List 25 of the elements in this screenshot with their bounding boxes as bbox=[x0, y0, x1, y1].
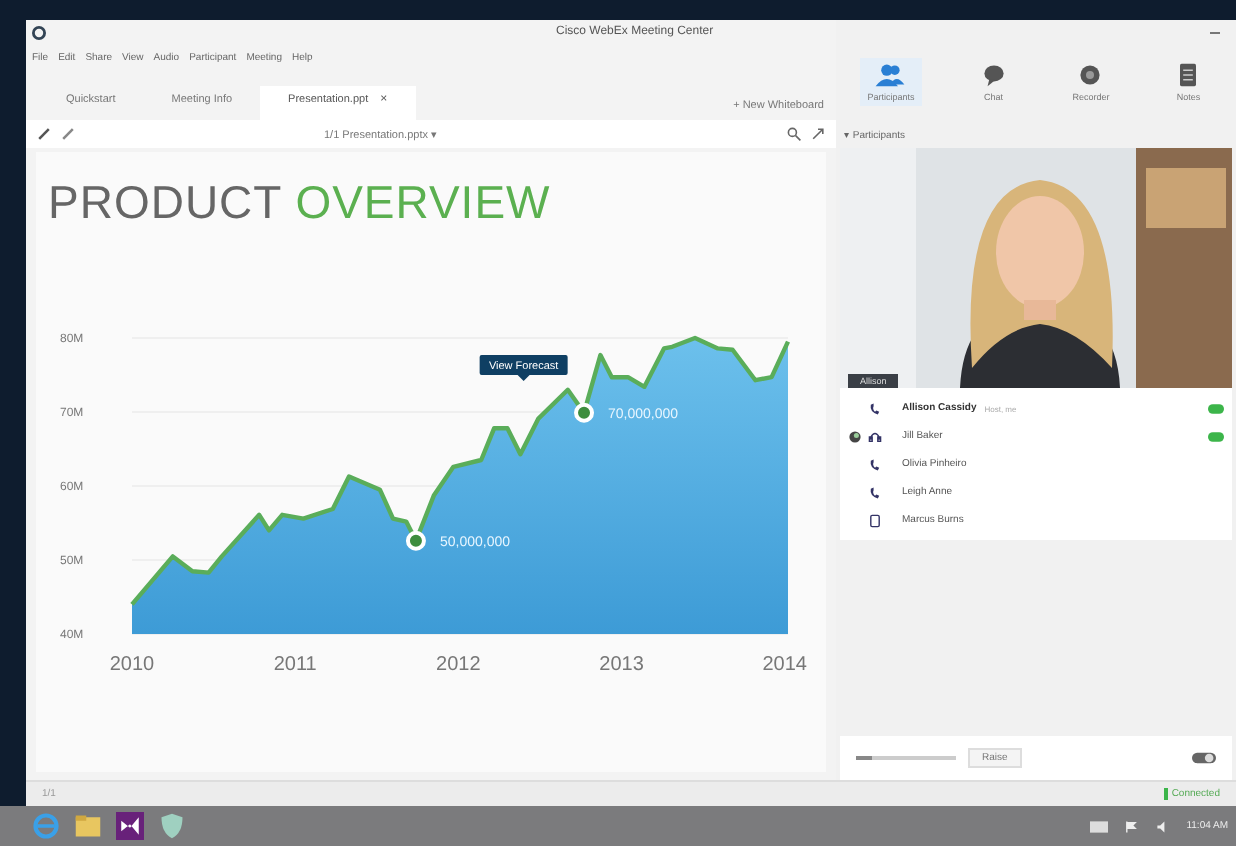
data-point-marker bbox=[574, 402, 594, 423]
flag-icon[interactable] bbox=[1122, 819, 1141, 833]
slide-title: PRODUCT OVERVIEW bbox=[48, 176, 553, 230]
zoom-icon[interactable] bbox=[786, 126, 802, 142]
device-icon bbox=[868, 513, 882, 527]
toggle-icon[interactable] bbox=[1192, 752, 1216, 764]
x-tick-label: 2014 bbox=[762, 654, 807, 676]
headset-icon bbox=[868, 429, 882, 443]
folder-icon[interactable] bbox=[74, 812, 102, 840]
pen-icon[interactable] bbox=[36, 126, 52, 142]
x-tick-label: 2011 bbox=[273, 654, 317, 676]
expand-icon[interactable] bbox=[810, 126, 826, 142]
microphone-icon[interactable] bbox=[1208, 403, 1224, 413]
x-tick-label: 2013 bbox=[599, 654, 644, 676]
logo-icon bbox=[32, 25, 46, 39]
data-point-marker bbox=[405, 530, 426, 551]
shield-icon[interactable] bbox=[158, 812, 186, 840]
x-tick-label: 2012 bbox=[436, 654, 481, 676]
phone-icon bbox=[868, 401, 882, 415]
x-tick-label: 2010 bbox=[109, 654, 155, 676]
minimize-button[interactable] bbox=[1210, 31, 1220, 33]
people-icon bbox=[874, 62, 907, 88]
microphone-icon[interactable] bbox=[1208, 431, 1224, 441]
keyboard-icon[interactable] bbox=[1090, 819, 1109, 833]
pencil-icon[interactable] bbox=[60, 126, 76, 142]
